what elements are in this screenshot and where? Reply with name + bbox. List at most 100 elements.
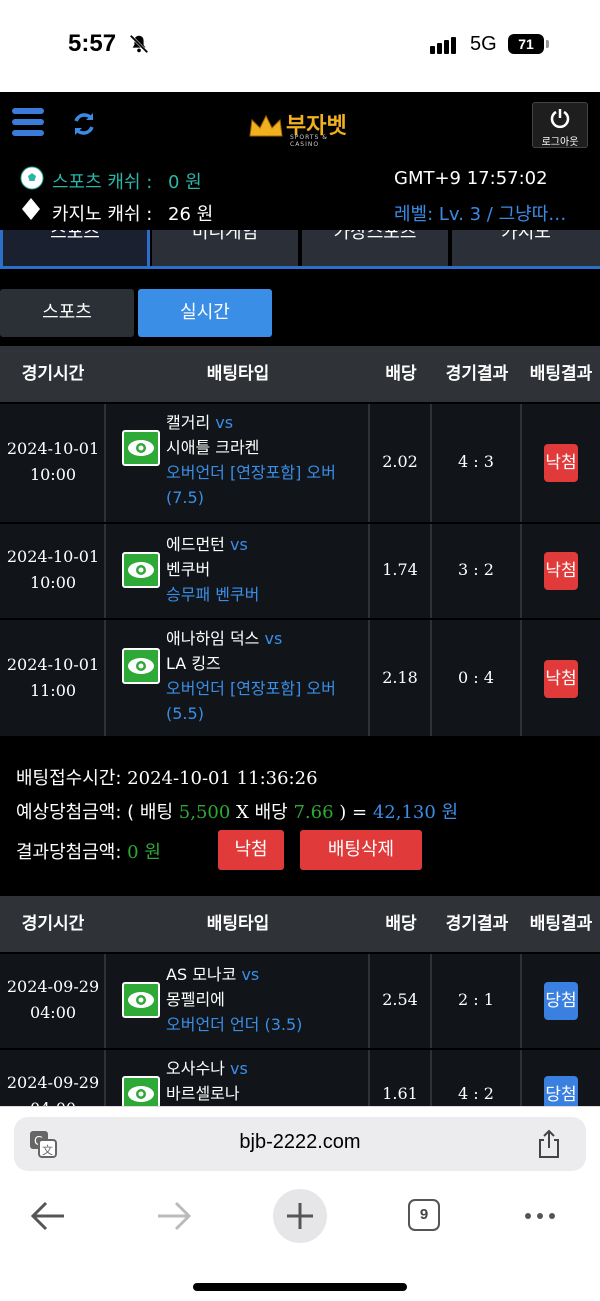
away-team: 몽펠리에 (166, 990, 225, 1009)
new-tab-icon[interactable] (272, 1188, 328, 1244)
table-header: 경기시간 배팅타입 배당 경기결과 배팅결과 (0, 896, 600, 952)
logout-label: 로그아웃 (541, 137, 579, 148)
back-icon[interactable] (24, 1191, 74, 1241)
eye-icon[interactable] (122, 430, 160, 466)
away-team: 시애틀 크라켄 (166, 438, 260, 457)
share-icon[interactable] (536, 1129, 562, 1159)
power-icon (550, 109, 570, 129)
vs-label: vs (264, 629, 283, 648)
tab-sports[interactable]: 스포츠 (0, 230, 150, 268)
pick-text: 승무패 벤쿠버 (166, 585, 260, 604)
result-badge: 당첨 (544, 1076, 578, 1106)
bell-slash-icon (129, 34, 149, 54)
result-badge: 낙첨 (544, 660, 578, 698)
result-badge: 낙첨 (544, 444, 578, 482)
url-text: bjb-2222.com (239, 1131, 361, 1153)
eye-icon[interactable] (122, 1076, 160, 1106)
away-team: LA 킹즈 (166, 654, 221, 673)
cell-time: 2024-09-29 04:00 (0, 1050, 106, 1106)
bet-slip-table: 경기시간 배팅타입 배당 경기결과 배팅결과 2024-10-01 10:00 … (0, 346, 600, 738)
eye-icon[interactable] (122, 552, 160, 588)
signal-icon (430, 35, 458, 54)
soccer-ball-icon (20, 166, 44, 190)
pick-line: (5.5) (166, 704, 204, 723)
tab-minigame[interactable]: 미니게임 (152, 230, 298, 268)
result-badge: 당첨 (544, 982, 578, 1020)
received-time: 2024-10-01 11:36:26 (127, 768, 318, 789)
cell-score: 2 : 1 (432, 954, 522, 1048)
cell-time: 2024-10-01 10:00 (0, 524, 106, 618)
site-logo[interactable]: 부자벳 SPORTS & CASINO (246, 108, 356, 148)
user-level-link[interactable]: 레벨: Lv. 3 / 그냥따… (394, 200, 566, 226)
browser-toolbar: G 文 bjb-2222.com 9 (0, 1106, 600, 1301)
vs-label: vs (215, 413, 234, 432)
eye-icon[interactable] (122, 648, 160, 684)
header-odds: 배당 (385, 914, 417, 934)
game-time: 11:00 (29, 681, 77, 700)
delete-bet-button[interactable]: 배팅삭제 (300, 830, 422, 870)
score-value: 0 : 4 (458, 668, 494, 687)
x-odds-label: X 배당 (236, 802, 288, 823)
battery-tip (546, 40, 549, 48)
browser-nav: 9 (0, 1188, 600, 1244)
score-value: 2 : 1 (458, 990, 494, 1009)
pick-text: 오버언더 [연장포함] 오버 (166, 679, 336, 698)
tab-label: 스포츠 (50, 230, 100, 243)
logout-button[interactable]: 로그아웃 (532, 102, 588, 148)
game-date: 2024-09-29 (6, 1073, 100, 1092)
game-time: 04:00 (0, 1096, 106, 1106)
result-amount: 0 원 (127, 842, 161, 863)
tab-label: 가상스포츠 (333, 230, 417, 243)
tabs-button[interactable]: 9 (400, 1191, 450, 1241)
status-time: 5:57 (68, 30, 117, 57)
address-bar[interactable]: G 文 bjb-2222.com (14, 1117, 586, 1171)
header-bet-result: 배팅결과 (529, 914, 593, 934)
bet-amount: 5,500 (178, 802, 231, 823)
match-info: AS 모나코 vs 몽펠리에 오버언더 언더 (3.5) (166, 962, 362, 1037)
cell-odds: 1.61 (370, 1050, 432, 1106)
header-bet-type: 배팅타입 (206, 914, 270, 934)
forward-icon[interactable] (148, 1191, 198, 1241)
network-label: 5G (470, 33, 497, 55)
more-icon[interactable] (516, 1191, 566, 1241)
sports-cash-value: 0 원 (168, 172, 202, 193)
tab-virtual-sports[interactable]: 가상스포츠 (302, 230, 448, 268)
tabs-count: 9 (408, 1199, 440, 1231)
vs-label: vs (229, 1059, 248, 1078)
game-date: 2024-09-29 (6, 977, 100, 996)
cell-bet-type: 에드먼턴 vs 벤쿠버 승무패 벤쿠버 (106, 524, 370, 618)
sub-tabs: 스포츠 실시간 (0, 289, 600, 339)
received-time-line: 배팅접수시간: 2024-10-01 11:36:26 (16, 764, 318, 790)
vs-label: vs (241, 965, 260, 984)
game-time: 04:00 (29, 1003, 77, 1022)
status-lose-button[interactable]: 낙첨 (218, 830, 284, 870)
home-team: 애나하임 덕스 (166, 629, 260, 648)
refresh-icon[interactable] (70, 110, 98, 138)
home-indicator (193, 1283, 407, 1291)
table-row: 2024-10-01 11:00 애나하임 덕스 vs LA 킹즈 오버언더 [… (0, 618, 600, 738)
table-row: 2024-09-29 04:00 오사수나 vs 바르셀로나 1.61 4 : … (0, 1048, 600, 1106)
game-time: 10:00 (29, 465, 77, 484)
odds-value: 2.54 (382, 990, 418, 1009)
table-header: 경기시간 배팅타입 배당 경기결과 배팅결과 (0, 346, 600, 402)
subtab-live[interactable]: 실시간 (138, 289, 272, 337)
hamburger-menu-icon[interactable] (12, 108, 44, 140)
cell-bet-type: 캘거리 vs 시애틀 크라켄 오버언더 [연장포함] 오버 (7.5) (106, 404, 370, 522)
subtab-sports[interactable]: 스포츠 (0, 289, 134, 337)
cell-score: 0 : 4 (432, 620, 522, 738)
expected-label: 예상당첨금액: (16, 802, 122, 823)
cell-odds: 2.02 (370, 404, 432, 522)
expected-win-line: 예상당첨금액: ( 배팅 5,500 X 배당 7.66 ) = 42,130 … (16, 798, 458, 824)
game-date: 2024-10-01 (6, 655, 100, 674)
odds-value: 1.74 (382, 560, 418, 579)
ios-status-bar: 5:57 5G 71 (0, 0, 600, 92)
eye-icon[interactable] (122, 982, 160, 1018)
pick-text: 오버언더 [연장포함] 오버 (166, 463, 336, 482)
cell-result: 낙첨 (522, 404, 600, 522)
cell-time: 2024-10-01 11:00 (0, 620, 106, 738)
tab-casino[interactable]: 카지노 (452, 230, 600, 268)
sports-cash-label: 스포츠 캐쉬 : (52, 172, 153, 193)
cell-score: 4 : 2 (432, 1050, 522, 1106)
site-header: 부자벳 SPORTS & CASINO 로그아웃 (0, 92, 600, 160)
away-team: 벤쿠버 (166, 560, 211, 579)
